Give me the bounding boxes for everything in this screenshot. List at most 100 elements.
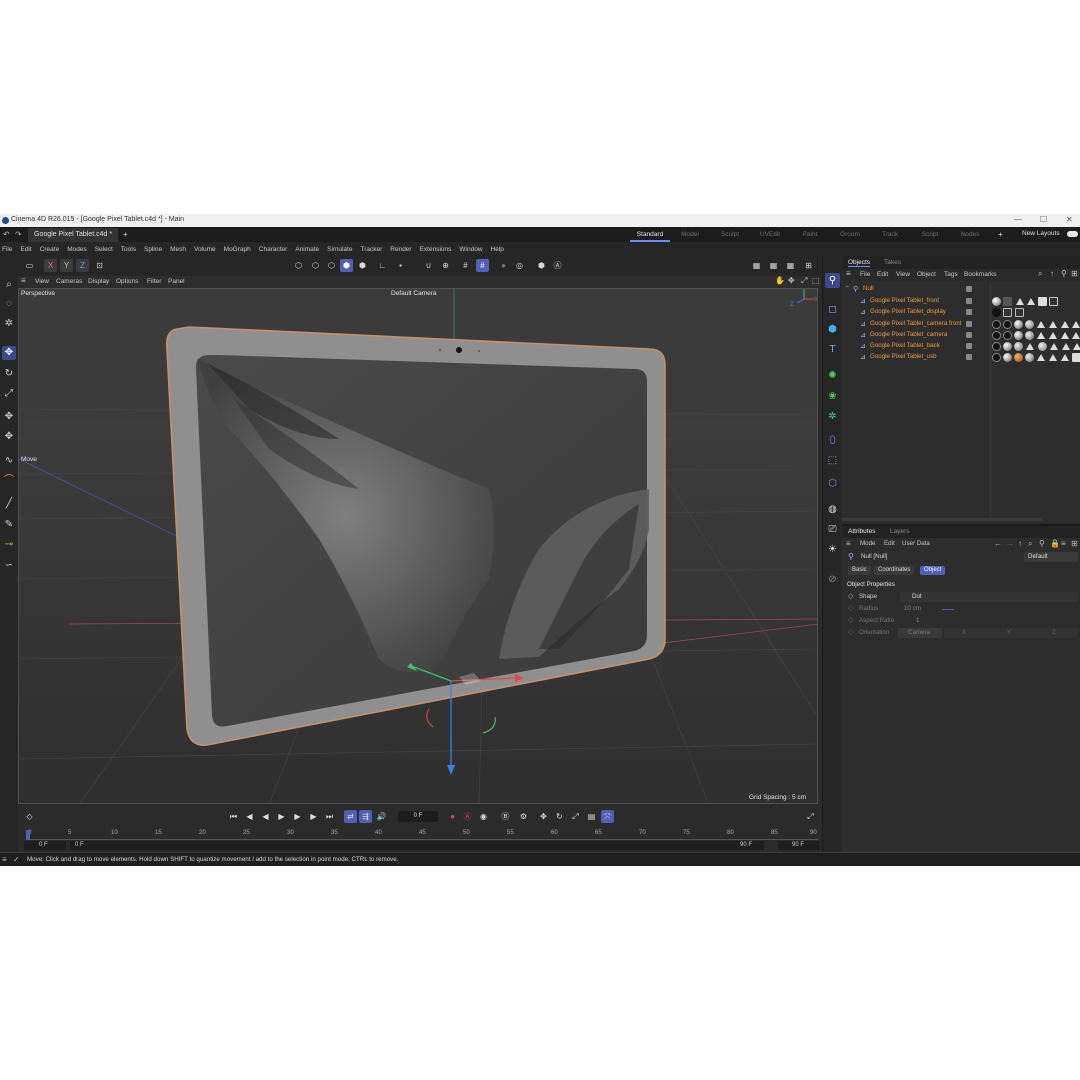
selection-filter-icon[interactable]: ✲ bbox=[2, 317, 16, 331]
keyframe-selection-icon[interactable]: ◉ bbox=[477, 810, 490, 823]
material-tag[interactable] bbox=[1025, 320, 1034, 329]
transform-tool-icon[interactable]: ✥ bbox=[2, 410, 16, 424]
search-icon[interactable]: ⌕ bbox=[2, 278, 16, 292]
object-name[interactable]: Google Pixel Tablet_front bbox=[870, 297, 939, 304]
animate-dot-icon[interactable]: ◇ bbox=[848, 616, 853, 624]
record-icon[interactable]: ● bbox=[446, 810, 459, 823]
rotate-tool-icon[interactable]: ↻ bbox=[2, 367, 16, 381]
viewport-move-icon[interactable]: ✥ bbox=[788, 276, 795, 285]
viewport-zoom-icon[interactable]: ⤢ bbox=[801, 276, 807, 286]
viewport-menu-options[interactable]: Options bbox=[116, 278, 138, 285]
magnet-icon[interactable]: ∪ bbox=[422, 259, 435, 272]
object-row-null[interactable]: − ⚲ Null bbox=[842, 284, 1080, 295]
new-layouts-label[interactable]: New Layouts bbox=[1022, 230, 1060, 237]
objects-up-icon[interactable]: ↑ bbox=[1050, 269, 1054, 278]
document-tab[interactable]: Google Pixel Tablet.c4d * bbox=[28, 228, 119, 242]
light-icon[interactable]: ☀ bbox=[825, 542, 840, 557]
menu-edit[interactable]: Edit bbox=[20, 246, 31, 253]
attributes-search-icon[interactable]: ⌕ bbox=[1028, 539, 1032, 549]
next-key-icon[interactable]: ▶ bbox=[307, 810, 320, 823]
object-name[interactable]: Google Pixel Tablet_usb bbox=[870, 353, 937, 360]
uv-mode-icon[interactable]: ⬢ bbox=[356, 259, 369, 272]
text-object-icon[interactable]: T bbox=[825, 342, 840, 357]
knife-tool-icon[interactable]: ╱ bbox=[2, 497, 16, 511]
layout-tab-standard[interactable]: Standard bbox=[630, 227, 670, 242]
viewport-menu-view[interactable]: View bbox=[35, 278, 49, 285]
current-frame-field[interactable]: 0 F bbox=[398, 811, 438, 822]
animate-dot-icon[interactable]: ◇ bbox=[848, 592, 853, 600]
texture-tag-icon[interactable] bbox=[1037, 321, 1045, 328]
radius-field[interactable]: 10 cm bbox=[904, 605, 940, 612]
material-tag[interactable] bbox=[1038, 297, 1047, 306]
points-mode-icon[interactable]: ⬡ bbox=[292, 259, 305, 272]
preset-dropdown[interactable]: Default bbox=[1024, 552, 1078, 562]
menu-tracker[interactable]: Tracker bbox=[360, 246, 382, 253]
material-tag[interactable] bbox=[1049, 297, 1058, 306]
keyframe-icon[interactable]: ◇ bbox=[23, 810, 36, 823]
add-tab-button[interactable]: + bbox=[123, 230, 128, 239]
viewport-mode-icon[interactable]: ▭ bbox=[23, 259, 36, 272]
texture-tag-icon[interactable] bbox=[1037, 354, 1045, 361]
prev-frame-icon[interactable]: ◀ bbox=[259, 810, 272, 823]
viewport-camera-label[interactable]: Default Camera bbox=[391, 290, 437, 297]
objects-new-window-icon[interactable]: ⊞ bbox=[1071, 269, 1078, 278]
object-name[interactable]: Google Pixel Tablet_display bbox=[870, 308, 946, 315]
menu-help[interactable]: Help bbox=[491, 246, 504, 253]
snap-settings-icon[interactable]: ⊕ bbox=[439, 259, 452, 272]
visibility-dot[interactable] bbox=[966, 321, 972, 327]
animate-dot-icon[interactable]: ◇ bbox=[848, 628, 853, 636]
motion-clip-icon[interactable]: Ⓑ bbox=[499, 810, 512, 823]
key-point-icon[interactable]: ⤧ bbox=[601, 810, 614, 823]
cloner-icon[interactable]: ❀ bbox=[825, 389, 840, 404]
autokey-icon[interactable]: Ⓐ bbox=[461, 810, 474, 823]
menu-create[interactable]: Create bbox=[40, 246, 60, 253]
object-name[interactable]: Google Pixel Tablet_camera bbox=[870, 331, 947, 338]
orientation-z[interactable]: Z bbox=[1052, 629, 1056, 636]
attributes-filter-icon[interactable]: ≡ bbox=[1061, 539, 1066, 548]
spline-object-icon[interactable]: ⬡ bbox=[825, 476, 840, 491]
menu-mesh[interactable]: Mesh bbox=[170, 246, 186, 253]
spline-pen-icon[interactable]: ∿ bbox=[2, 454, 16, 468]
menu-spline[interactable]: Spline bbox=[144, 246, 162, 253]
camera-icon[interactable]: ⎚ bbox=[825, 522, 840, 537]
next-frame-icon[interactable]: ▶ bbox=[291, 810, 304, 823]
texture-tag-icon[interactable] bbox=[1061, 354, 1069, 361]
timeline-ruler[interactable]: 0 5 10 15 20 25 30 35 40 45 50 55 60 65 … bbox=[26, 830, 818, 840]
objects-menu-edit[interactable]: Edit bbox=[877, 271, 888, 278]
menu-character[interactable]: Character bbox=[259, 246, 288, 253]
texture-tag-icon[interactable] bbox=[1050, 343, 1058, 350]
perspective-viewport[interactable]: Z X Perspective Default Camera Move Grid… bbox=[18, 288, 818, 804]
material-tag[interactable] bbox=[1003, 320, 1012, 329]
texture-tag-icon[interactable] bbox=[1026, 343, 1034, 350]
key-position-icon[interactable]: ✥ bbox=[537, 810, 550, 823]
object-name[interactable]: Google Pixel Tablet_back bbox=[870, 342, 940, 349]
move-tool-icon[interactable]: ✥ bbox=[2, 346, 16, 360]
layout-tab-script[interactable]: Script bbox=[910, 227, 950, 242]
menu-volume[interactable]: Volume bbox=[194, 246, 216, 253]
render-to-picture-viewer-icon[interactable]: ▦ bbox=[767, 259, 780, 272]
texture-tag-icon[interactable] bbox=[1062, 343, 1070, 350]
spline-tool-icon[interactable]: ∽ bbox=[2, 559, 16, 573]
objects-menu-object[interactable]: Object bbox=[917, 271, 936, 278]
texture-tag-icon[interactable] bbox=[1049, 321, 1057, 328]
texture-tag-icon[interactable] bbox=[1072, 332, 1080, 339]
shape-dropdown[interactable]: Dot bbox=[900, 592, 1078, 602]
objects-menu-file[interactable]: File bbox=[860, 271, 870, 278]
tab-layers[interactable]: Layers bbox=[890, 528, 910, 535]
undo-icon[interactable]: ↶ bbox=[3, 230, 10, 239]
visibility-dot[interactable] bbox=[966, 332, 972, 338]
minimize-icon[interactable]: — bbox=[1014, 215, 1022, 224]
material-tag[interactable] bbox=[1014, 353, 1023, 362]
key-parameters-icon[interactable]: ⚙ bbox=[517, 810, 530, 823]
menu-extensions[interactable]: Extensions bbox=[420, 246, 452, 253]
radius-slider[interactable] bbox=[942, 609, 954, 610]
end-frame-field[interactable]: 90 F bbox=[778, 841, 820, 850]
sculpt-brush-icon[interactable]: ⌒ bbox=[2, 474, 16, 488]
soft-selection-icon[interactable]: ◎ bbox=[513, 259, 526, 272]
layout-tab-model[interactable]: Model bbox=[670, 227, 710, 242]
grid-snap-icon[interactable]: # bbox=[459, 259, 472, 272]
layout-tab-nodes[interactable]: Nodes bbox=[950, 227, 990, 242]
key-rotation-icon[interactable]: ↻ bbox=[553, 810, 566, 823]
object-row-usb[interactable]: ⊿ Google Pixel Tablet_usb bbox=[842, 352, 1080, 363]
orientation-y[interactable]: Y bbox=[1007, 629, 1011, 636]
